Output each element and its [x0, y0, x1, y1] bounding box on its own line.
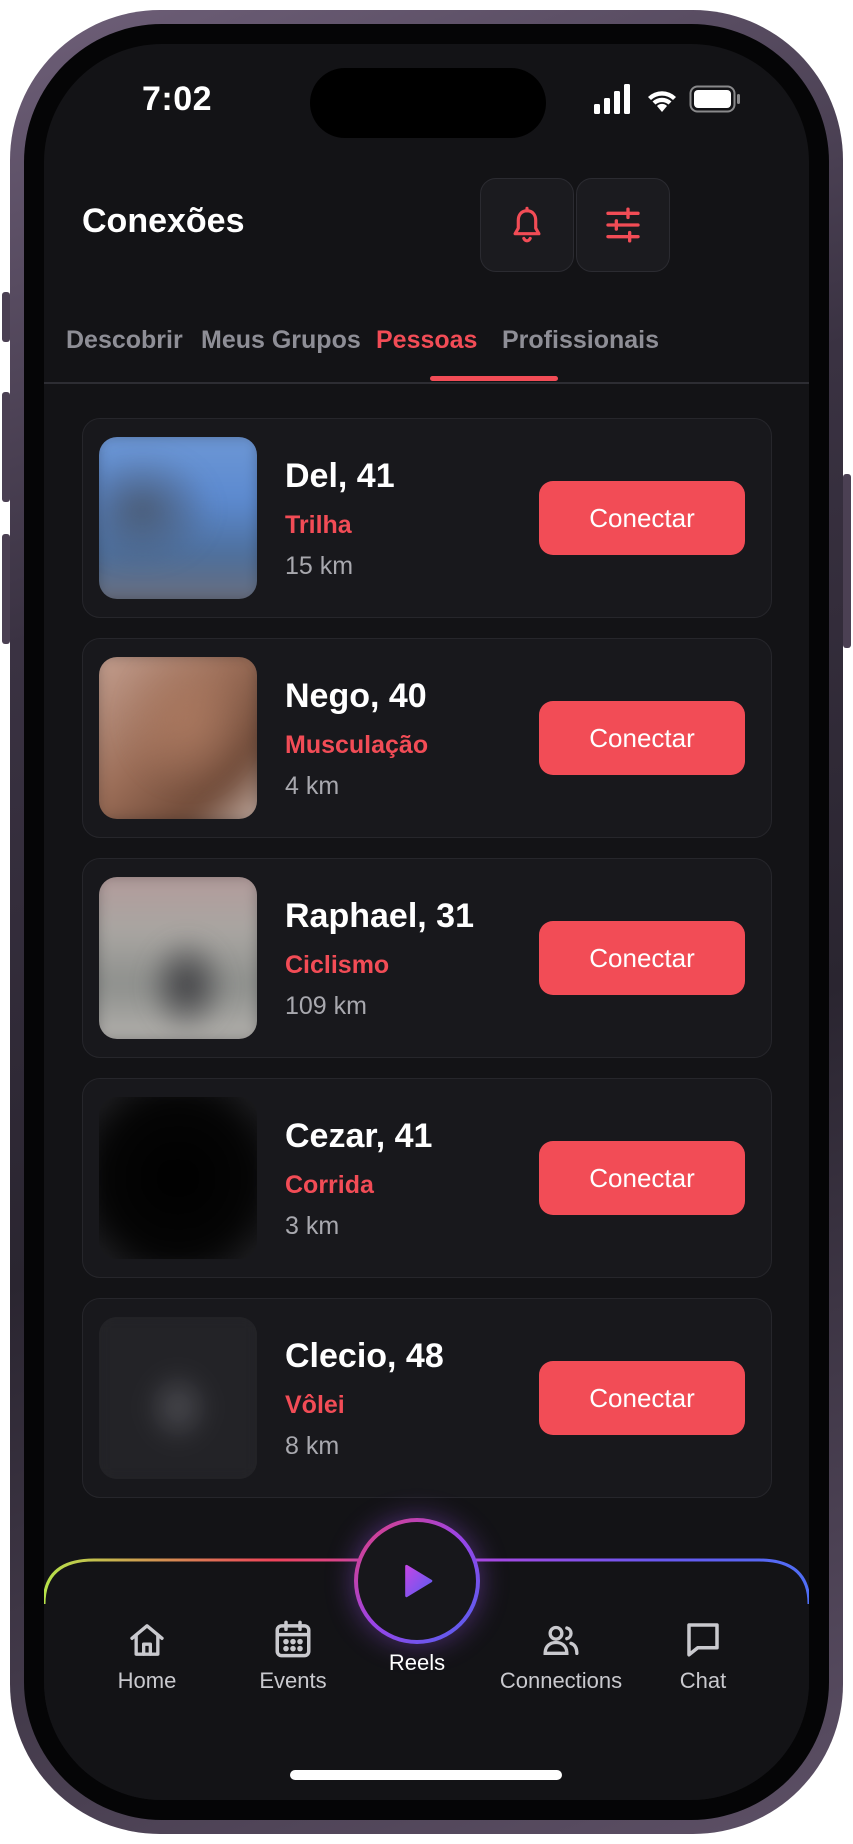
person-photo — [99, 657, 257, 819]
person-name: Raphael, 31 — [285, 897, 474, 935]
calendar-icon — [275, 1620, 311, 1658]
nav-chat[interactable]: Chat — [640, 1612, 766, 1694]
person-sport: Musculação — [285, 731, 429, 759]
nav-connections-label: Connections — [499, 1668, 623, 1693]
tab-pessoas[interactable]: Pessoas — [376, 326, 477, 355]
dynamic-island — [310, 68, 546, 138]
tab-descobrir[interactable]: Descobrir — [66, 326, 183, 355]
person-sport: Corrida — [285, 1171, 374, 1199]
person-name: Del, 41 — [285, 457, 395, 495]
person-name: Cezar, 41 — [285, 1117, 433, 1155]
sliders-icon — [606, 207, 640, 243]
status-icons — [594, 82, 764, 116]
nav-connections[interactable]: Connections — [480, 1612, 642, 1694]
nav-events[interactable]: Events — [218, 1612, 368, 1694]
battery-icon — [689, 85, 740, 113]
person-photo — [99, 1097, 257, 1259]
status-time: 7:02 — [142, 80, 213, 118]
tab-profissionais[interactable]: Profissionais — [502, 326, 659, 355]
power-button — [843, 474, 851, 648]
chat-bubble-icon — [687, 1623, 719, 1657]
nav-home-label: Home — [117, 1668, 177, 1693]
filter-button[interactable] — [576, 178, 670, 272]
person-photo — [99, 877, 257, 1039]
person-photo — [99, 1317, 257, 1479]
person-photo — [99, 437, 257, 599]
person-name: Nego, 40 — [285, 677, 427, 715]
person-card[interactable]: Cezar, 41 Corrida 3 km Conectar — [82, 1078, 772, 1278]
volume-up-button — [2, 392, 10, 502]
person-distance: 8 km — [285, 1432, 340, 1460]
tab-bar: Descobrir Meus Grupos Pessoas Profission… — [44, 314, 809, 384]
connect-button[interactable]: Conectar — [539, 701, 745, 775]
nav-events-label: Events — [259, 1668, 327, 1693]
person-name: Clecio, 48 — [285, 1337, 444, 1375]
signal-icon — [594, 84, 630, 114]
person-sport: Vôlei — [285, 1391, 345, 1419]
silent-switch — [2, 292, 10, 342]
connect-button[interactable]: Conectar — [539, 1361, 745, 1435]
active-tab-indicator — [430, 376, 558, 381]
connect-button[interactable]: Conectar — [539, 1141, 745, 1215]
reels-button[interactable] — [354, 1518, 480, 1644]
person-distance: 3 km — [285, 1212, 340, 1240]
page-title: Conexões — [82, 202, 245, 240]
volume-down-button — [2, 534, 10, 644]
nav-reels-label: Reels — [388, 1650, 446, 1675]
app-screen: 7:02 Conexões Descobrir Meus Grupos Pess… — [44, 44, 809, 1800]
tab-meus-grupos[interactable]: Meus Grupos — [201, 326, 361, 355]
person-sport: Trilha — [285, 511, 352, 539]
wifi-icon — [648, 91, 676, 112]
person-card[interactable]: Nego, 40 Musculação 4 km Conectar — [82, 638, 772, 838]
nav-home[interactable]: Home — [72, 1612, 222, 1694]
bottom-nav: Home Events Reels Connections Chat — [44, 1518, 809, 1800]
people-list: Del, 41 Trilha 15 km Conectar Nego, 40 M… — [82, 418, 772, 1518]
connect-button[interactable]: Conectar — [539, 921, 745, 995]
notifications-button[interactable] — [480, 178, 574, 272]
person-card[interactable]: Raphael, 31 Ciclismo 109 km Conectar — [82, 858, 772, 1058]
users-icon — [543, 1625, 579, 1655]
bell-icon — [513, 206, 541, 243]
person-card[interactable]: Clecio, 48 Vôlei 8 km Conectar — [82, 1298, 772, 1498]
home-indicator — [290, 1770, 562, 1780]
person-sport: Ciclismo — [285, 951, 390, 979]
person-distance: 15 km — [285, 552, 354, 580]
nav-chat-label: Chat — [679, 1668, 727, 1693]
connect-button[interactable]: Conectar — [539, 481, 745, 555]
person-distance: 4 km — [285, 772, 340, 800]
home-icon — [130, 1624, 164, 1656]
play-icon — [405, 1564, 433, 1598]
person-card[interactable]: Del, 41 Trilha 15 km Conectar — [82, 418, 772, 618]
person-distance: 109 km — [285, 992, 367, 1020]
